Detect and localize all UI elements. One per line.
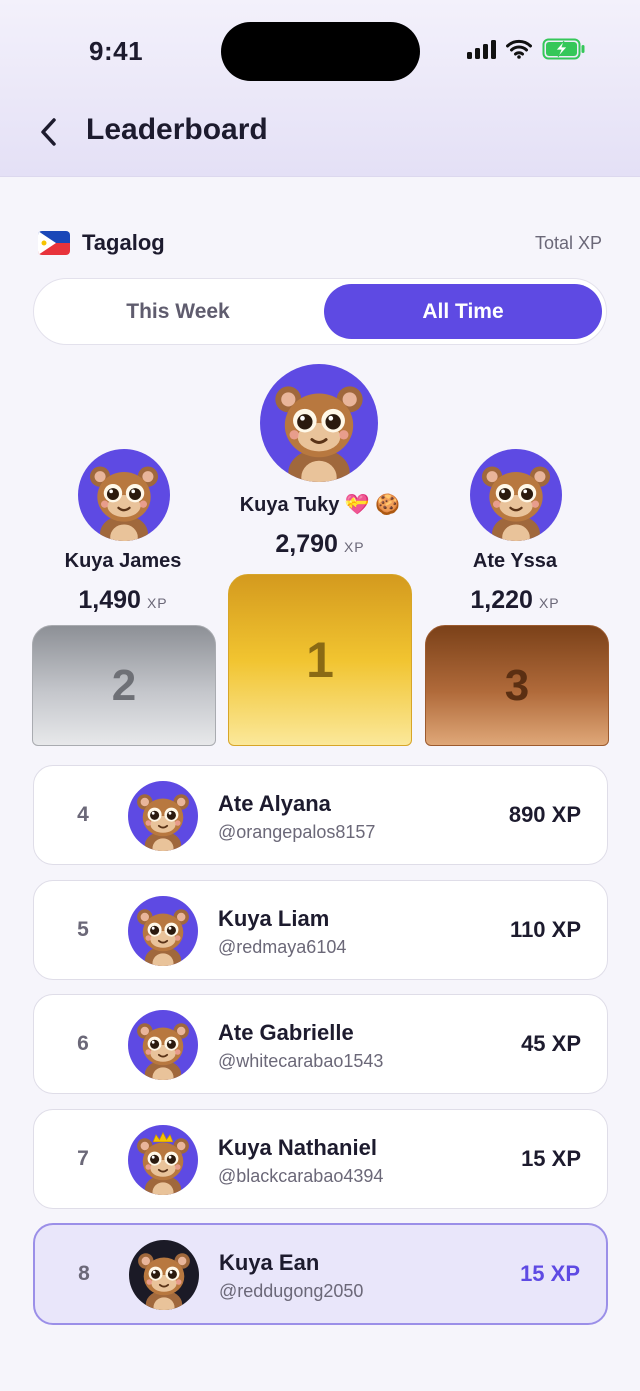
third-place-xp-value: 1,220 xyxy=(470,586,533,614)
avatar xyxy=(128,896,198,966)
second-place-xp: 1,490 XP xyxy=(33,586,213,615)
rank-number: 4 xyxy=(77,803,89,826)
wifi-icon xyxy=(506,39,532,59)
first-place-name: Kuya Tuky xyxy=(239,494,340,516)
user-xp: 15 XP xyxy=(521,1146,581,1171)
user-handle: @redmaya6104 xyxy=(218,937,347,957)
time-range-tabs: This Week All Time xyxy=(33,278,607,345)
first-place-badges: 💝 🍪 xyxy=(344,494,401,516)
chevron-left-icon xyxy=(41,118,56,146)
back-button[interactable] xyxy=(38,114,68,150)
leaderboard-row[interactable]: 4 Ate Alyana @orangepalos8157 890 XP xyxy=(33,765,608,865)
rank-number: 6 xyxy=(77,1032,89,1055)
third-place-xp: 1,220 XP xyxy=(425,586,605,615)
user-xp: 45 XP xyxy=(521,1031,581,1056)
header-bar: 9:41 Leaderboard xyxy=(0,0,640,177)
rank-number: 8 xyxy=(78,1262,90,1285)
third-place-name: Ate Yssa xyxy=(472,550,558,572)
second-place-xp-value: 1,490 xyxy=(78,586,141,614)
metric-label: Total XP xyxy=(534,232,602,253)
philippines-flag-icon xyxy=(38,231,70,255)
language-row: Tagalog Total XP xyxy=(38,229,602,257)
status-icons xyxy=(467,38,586,60)
user-name: Kuya Liam xyxy=(218,906,330,931)
user-name: Kuya Ean xyxy=(219,1250,320,1275)
leaderboard-row[interactable]: 6 Ate Gabrielle @whitecarabao1543 45 XP xyxy=(33,994,608,1094)
leaderboard-row-current-user[interactable]: 8 Kuya Ean @reddugong2050 15 XP xyxy=(33,1223,608,1325)
user-handle: @blackcarabao4394 xyxy=(218,1166,384,1186)
user-xp: 15 XP xyxy=(520,1261,580,1286)
second-place-name: Kuya James xyxy=(64,550,182,572)
leaderboard-row[interactable]: 5 Kuya Liam @redmaya6104 110 XP xyxy=(33,880,608,980)
page-title: Leaderboard xyxy=(86,113,268,146)
user-name: Ate Gabrielle xyxy=(218,1020,354,1045)
language-name: Tagalog xyxy=(82,230,165,255)
leaderboard-row[interactable]: 7 Kuya Nathaniel @blackcarabao4394 15 XP xyxy=(33,1109,608,1209)
avatar-third-place[interactable] xyxy=(470,449,562,541)
xp-unit: XP xyxy=(343,539,365,555)
tab-this-week[interactable]: This Week xyxy=(39,284,317,339)
avatar xyxy=(128,1125,198,1195)
tab-all-time[interactable]: All Time xyxy=(324,284,602,339)
first-place-xp-value: 2,790 xyxy=(275,530,338,558)
podium-second: 2 xyxy=(32,625,216,746)
avatar xyxy=(128,781,198,851)
cellular-signal-icon xyxy=(467,39,496,59)
podium-third: 3 xyxy=(425,625,609,746)
xp-unit: XP xyxy=(146,595,168,611)
avatar-first-place[interactable] xyxy=(260,364,378,482)
avatar xyxy=(128,1010,198,1080)
avatar xyxy=(129,1240,199,1310)
podium-first: 1 xyxy=(228,574,412,746)
dynamic-island xyxy=(221,22,420,81)
first-place-xp: 2,790 XP xyxy=(200,530,440,559)
avatar-second-place[interactable] xyxy=(78,449,170,541)
status-time: 9:41 xyxy=(89,36,144,66)
battery-charging-icon xyxy=(542,38,585,60)
user-xp: 110 XP xyxy=(510,917,581,942)
user-handle: @whitecarabao1543 xyxy=(218,1051,384,1071)
user-xp: 890 XP xyxy=(508,802,581,827)
first-place-name-row: Kuya Tuky 💝 🍪 xyxy=(200,492,440,517)
rank-number: 5 xyxy=(77,918,89,941)
user-name: Ate Alyana xyxy=(218,791,331,816)
user-handle: @reddugong2050 xyxy=(219,1281,364,1301)
user-name: Kuya Nathaniel xyxy=(218,1135,377,1160)
xp-unit: XP xyxy=(538,595,560,611)
rank-number: 7 xyxy=(77,1147,89,1170)
user-handle: @orangepalos8157 xyxy=(218,822,376,842)
